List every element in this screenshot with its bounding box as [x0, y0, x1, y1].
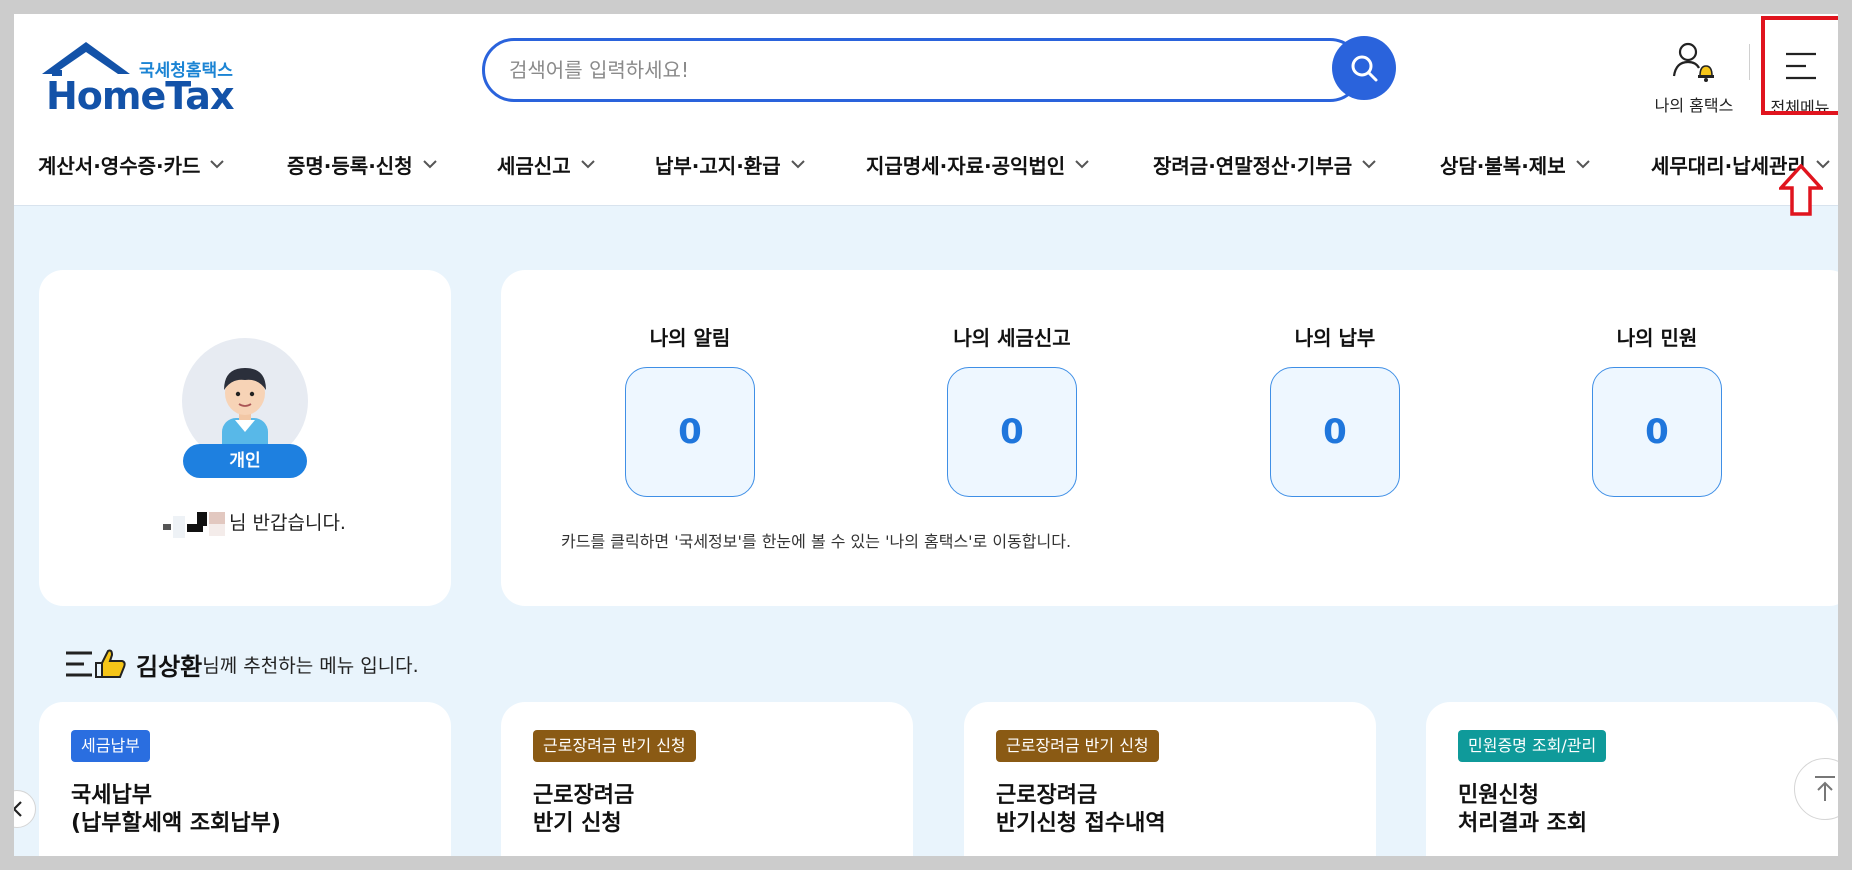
search-input[interactable]: [509, 41, 1289, 99]
stat-title: 나의 납부: [1294, 326, 1376, 350]
nav-item-invoice[interactable]: 계산서·영수증·카드: [38, 134, 225, 194]
recommend-line2: (납부할세액 조회납부): [71, 811, 281, 836]
recommend-line2: 반기 신청: [533, 811, 622, 836]
nav-item-label: 세금신고: [497, 153, 571, 178]
search-icon: [1351, 55, 1378, 82]
arrow-up-icon: [1779, 164, 1823, 216]
recommend-line2: 반기신청 접수내역: [996, 811, 1166, 836]
stat-value: 0: [1592, 367, 1722, 497]
stat-value: 0: [625, 367, 755, 497]
my-hometax-label: 나의 홈택스: [1654, 96, 1734, 115]
carousel-prev-button[interactable]: [14, 790, 36, 828]
nav-item-label: 납부·고지·환급: [655, 153, 781, 178]
recommend-line1: 근로장려금: [996, 783, 1098, 808]
chevron-down-icon: [790, 160, 805, 169]
stats-note: 카드를 클릭하면 '국세정보'를 한눈에 볼 수 있는 '나의 홈택스'로 이동…: [561, 532, 1072, 551]
my-hometax-button[interactable]: 나의 홈택스: [1644, 36, 1744, 116]
recommend-tag: 근로장려금 반기 신청: [996, 730, 1159, 762]
stat-title: 나의 세금신고: [953, 326, 1071, 350]
stat-title: 나의 민원: [1616, 326, 1698, 350]
chevron-down-icon: [422, 160, 437, 169]
stat-civil-petition[interactable]: 나의 민원 0: [1557, 322, 1757, 497]
thumbs-up-menu-icon: [66, 649, 126, 678]
masked-user-name: [157, 508, 227, 540]
highlight-box: [1761, 16, 1838, 115]
nav-item-label: 장려금·연말정산·기부금: [1153, 153, 1353, 178]
chevron-left-icon: [14, 801, 22, 817]
user-bell-icon: [1672, 42, 1714, 82]
chevron-down-icon: [210, 160, 225, 169]
chevron-down-icon: [1075, 160, 1089, 169]
logo-title: HomeTax: [46, 74, 234, 118]
profile-card: 개인 님 반갑습니다.: [39, 270, 451, 606]
nav-item-label: 지급명세·자료·공익법인: [866, 153, 1066, 178]
recommend-text: 근로장려금 반기 신청: [533, 782, 634, 838]
nav-item-consultation[interactable]: 상담·불복·제보: [1440, 134, 1590, 194]
user-name: 김상환: [136, 652, 203, 681]
recommend-text: 국세납부 (납부할세액 조회납부): [71, 782, 281, 838]
recommend-card[interactable]: 근로장려금 반기 신청 근로장려금 반기 신청: [501, 702, 913, 856]
recommend-suffix: 님께 추천하는 메뉴 입니다.: [202, 654, 419, 677]
nav-item-label: 증명·등록·신청: [287, 153, 413, 178]
recommend-text: 민원신청 처리결과 조회: [1458, 782, 1587, 838]
nav-item-label: 계산서·영수증·카드: [38, 153, 201, 178]
stat-payment[interactable]: 나의 납부 0: [1235, 322, 1435, 497]
site-header: 국세청홈택스 HomeTax 나의 홈택스: [14, 14, 1838, 216]
recommend-text: 근로장려금 반기신청 접수내역: [996, 782, 1166, 838]
chevron-down-icon: [580, 160, 595, 169]
recommend-tag: 민원증명 조회/관리: [1458, 730, 1607, 762]
chevron-down-icon: [1575, 160, 1590, 169]
stat-title: 나의 알림: [649, 326, 731, 350]
stat-tax-filing[interactable]: 나의 세금신고 0: [912, 322, 1112, 497]
page-frame: 국세청홈택스 HomeTax 나의 홈택스: [14, 14, 1838, 856]
recommend-tag: 세금납부: [71, 730, 150, 762]
search-bar: [482, 38, 1362, 102]
nav-item-certificate[interactable]: 증명·등록·신청: [287, 134, 437, 194]
nav-item-label: 상담·불복·제보: [1440, 153, 1566, 178]
recommend-card[interactable]: 세금납부 국세납부 (납부할세액 조회납부): [39, 702, 451, 856]
recommend-line1: 국세납부: [71, 783, 152, 808]
search-button[interactable]: [1332, 36, 1396, 100]
scroll-top-icon: [1815, 776, 1835, 801]
nav-item-statements[interactable]: 지급명세·자료·공익법인: [866, 134, 1089, 194]
summary-card: 나의 알림 0 나의 세금신고 0 나의 납부 0 나의 민원 0 카드를 클릭…: [501, 270, 1838, 606]
stat-alerts[interactable]: 나의 알림 0: [590, 322, 790, 497]
recommend-tag: 근로장려금 반기 신청: [533, 730, 696, 762]
nav-item-incentives[interactable]: 장려금·연말정산·기부금: [1153, 134, 1376, 194]
recommend-line2: 처리결과 조회: [1458, 811, 1588, 836]
recommend-card[interactable]: 민원증명 조회/관리 민원신청 처리결과 조회: [1426, 702, 1838, 856]
nav-item-payment[interactable]: 납부·고지·환급: [655, 134, 805, 194]
stat-value: 0: [1270, 367, 1400, 497]
header-divider: [1749, 44, 1750, 80]
recommend-card[interactable]: 근로장려금 반기 신청 근로장려금 반기신청 접수내역: [964, 702, 1376, 856]
recommend-header: 김상환 님께 추천하는 메뉴 입니다.: [64, 646, 419, 682]
welcome-text: 님 반갑습니다.: [229, 512, 346, 534]
stat-value: 0: [947, 367, 1077, 497]
nav-item-tax-filing[interactable]: 세금신고: [497, 134, 595, 194]
personal-badge: 개인: [183, 444, 307, 478]
recommend-line1: 근로장려금: [533, 783, 635, 808]
hometax-logo[interactable]: 국세청홈택스 HomeTax: [38, 40, 258, 120]
chevron-down-icon: [1362, 160, 1376, 169]
main-navigation: 계산서·영수증·카드 증명·등록·신청 세금신고 납부·고지·환급 지급명세·자…: [14, 134, 1838, 194]
recommend-line1: 민원신청: [1458, 783, 1539, 808]
